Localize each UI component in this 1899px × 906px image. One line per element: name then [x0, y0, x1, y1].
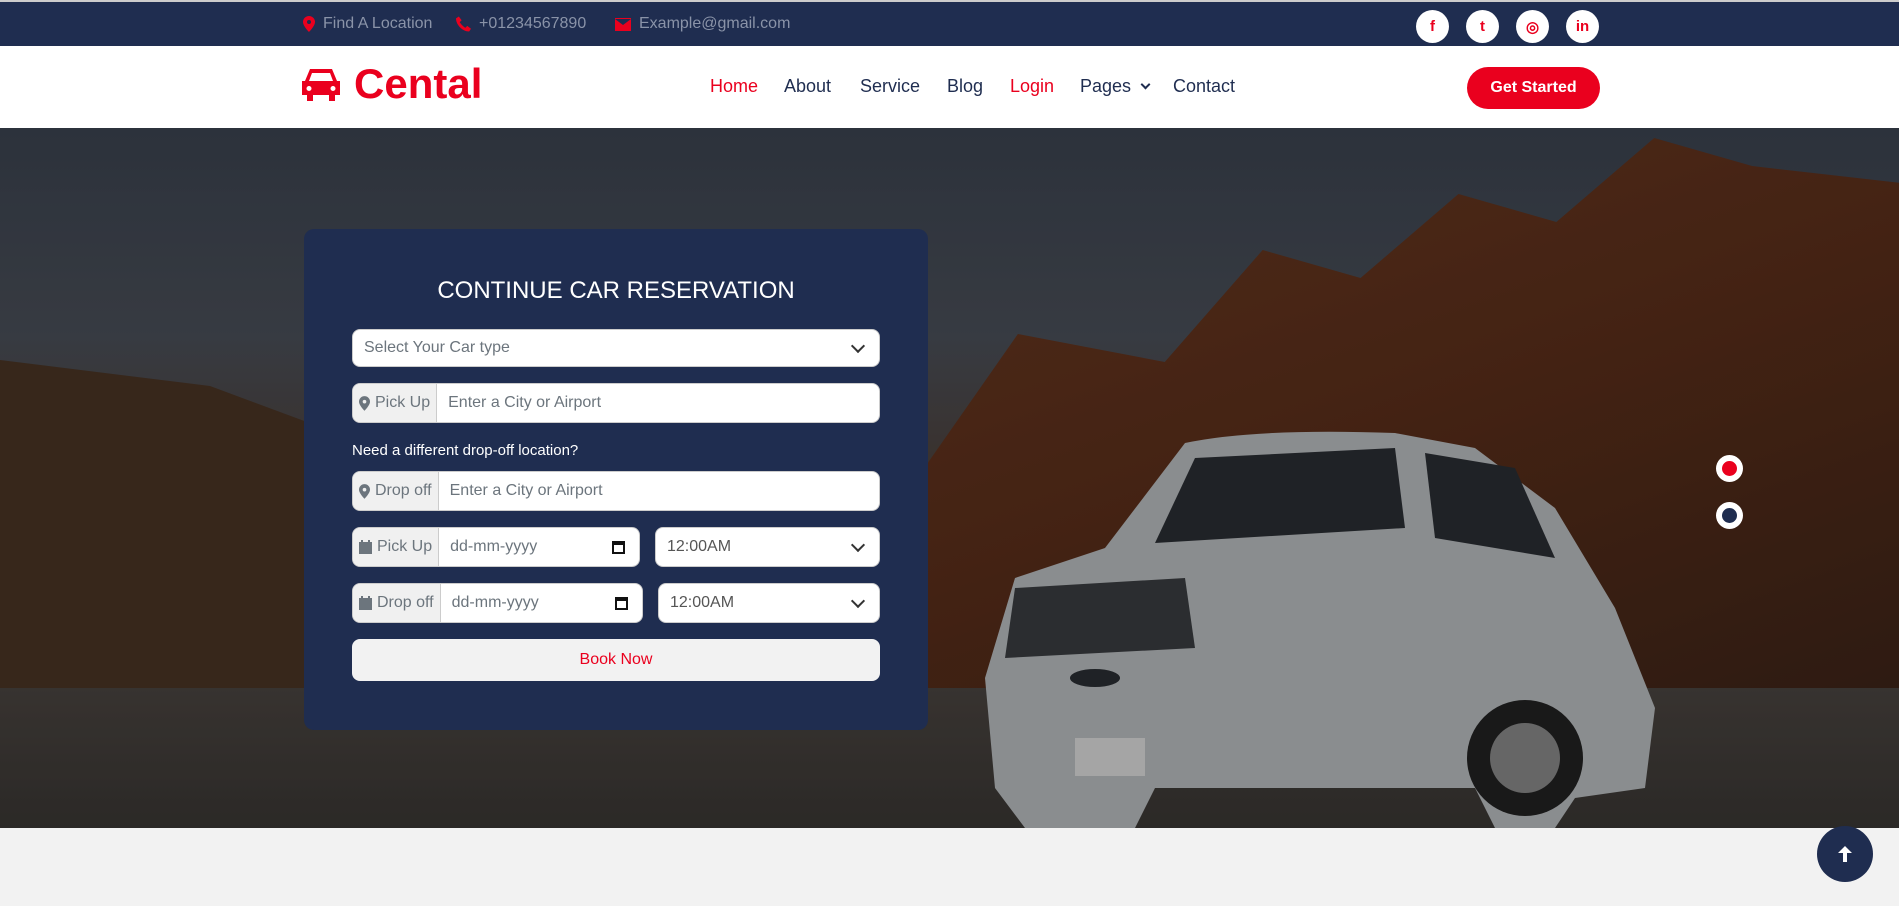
map-pin-icon [359, 483, 370, 499]
arrow-up-icon [1838, 846, 1852, 862]
hero-overlay [0, 128, 1899, 828]
pickup-date-field[interactable]: Pick Up dd-mm-yyyy [352, 527, 640, 567]
chevron-down-icon [850, 593, 866, 608]
pickup-addon: Pick Up [353, 384, 438, 422]
carousel-dot-1[interactable] [1716, 455, 1743, 482]
pickup-location-field[interactable]: Pick Up Enter a City or Airport [352, 383, 880, 423]
nav-blog[interactable]: Blog [947, 76, 983, 97]
get-started-button[interactable]: Get Started [1467, 67, 1600, 109]
twitter-icon[interactable]: t [1466, 10, 1499, 43]
chevron-down-icon [1140, 79, 1151, 90]
location-link[interactable]: Find A Location [303, 15, 432, 33]
pickup-location-input[interactable]: Enter a City or Airport [437, 394, 879, 412]
dropoff-date-addon: Drop off [353, 584, 441, 622]
phone-link[interactable]: +01234567890 [456, 15, 586, 33]
nav-service[interactable]: Service [860, 76, 920, 97]
car-icon [302, 69, 340, 101]
navbar: Cental Home About Service Blog Login Pag… [0, 46, 1899, 128]
brand-logo[interactable]: Cental [302, 60, 482, 108]
nav-login[interactable]: Login [1010, 76, 1054, 97]
dropoff-date-field[interactable]: Drop off dd-mm-yyyy [352, 583, 643, 623]
chevron-down-icon [850, 537, 866, 552]
map-pin-icon [303, 16, 315, 32]
dropoff-time-select[interactable]: 12:00AM [658, 583, 880, 623]
chevron-down-icon [850, 338, 866, 353]
facebook-icon[interactable]: f [1416, 10, 1449, 43]
pickup-date-input[interactable]: dd-mm-yyyy [439, 538, 612, 556]
calendar-icon [359, 596, 372, 610]
back-to-top-button[interactable] [1817, 826, 1873, 882]
nav-pages[interactable]: Pages [1080, 76, 1151, 97]
pickup-date-addon: Pick Up [353, 528, 440, 566]
calendar-picker-icon[interactable] [612, 540, 625, 554]
dropoff-question: Need a different drop-off location? [352, 442, 579, 459]
linkedin-icon[interactable]: in [1566, 10, 1599, 43]
email-link[interactable]: Example@gmail.com [615, 15, 790, 33]
hero-carousel [0, 128, 1899, 828]
dropoff-location-field[interactable]: Drop off Enter a City or Airport [352, 471, 880, 511]
instagram-icon[interactable]: ◎ [1516, 10, 1549, 43]
nav-home[interactable]: Home [710, 76, 758, 97]
dropoff-location-input[interactable]: Enter a City or Airport [439, 482, 879, 500]
nav-about[interactable]: About [784, 76, 831, 97]
calendar-picker-icon[interactable] [615, 596, 628, 610]
book-now-button[interactable]: Book Now [352, 639, 880, 681]
pickup-time-select[interactable]: 12:00AM [655, 527, 880, 567]
nav-contact[interactable]: Contact [1173, 76, 1235, 97]
phone-icon [456, 16, 471, 32]
car-type-select[interactable]: Select Your Car type [352, 329, 880, 367]
envelope-icon [615, 17, 631, 31]
form-title: CONTINUE CAR RESERVATION [437, 277, 795, 304]
map-pin-icon [359, 395, 370, 411]
top-bar: Find A Location +01234567890 Example@gma… [0, 0, 1899, 46]
carousel-dot-2[interactable] [1716, 502, 1743, 529]
calendar-icon [359, 540, 372, 554]
reservation-form: CONTINUE CAR RESERVATION Select Your Car… [304, 229, 928, 730]
dropoff-addon: Drop off [353, 472, 439, 510]
dropoff-date-input[interactable]: dd-mm-yyyy [441, 594, 615, 612]
